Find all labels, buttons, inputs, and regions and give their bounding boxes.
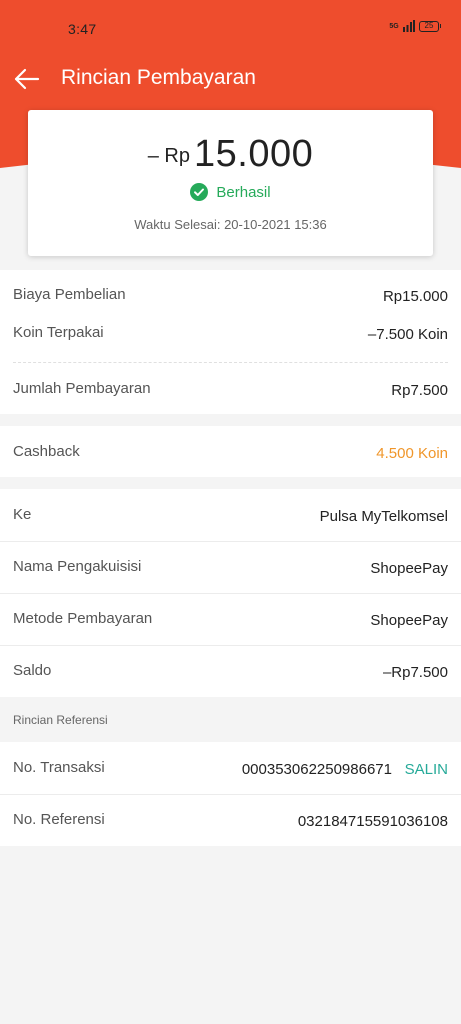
total-payment-value: Rp7.500 xyxy=(391,382,448,399)
amount: – Rp 15.000 xyxy=(28,133,433,176)
signal-icon xyxy=(403,20,415,32)
detail-row: Saldo –Rp7.500 xyxy=(0,645,461,697)
payment-section: Biaya Pembelian Rp15.000 Koin Terpakai –… xyxy=(0,270,461,414)
network-label: 5G xyxy=(389,22,399,30)
summary-card: – Rp 15.000 Berhasil Waktu Selesai: 20-10… xyxy=(28,110,433,256)
dashed-divider xyxy=(13,362,448,363)
arrow-left-icon xyxy=(14,68,40,90)
recipient-value: Pulsa MyTelkomsel xyxy=(319,508,448,525)
coins-used-value: –7.500 Koin xyxy=(367,326,448,343)
cashback-section: Cashback 4.500 Koin xyxy=(0,426,461,477)
amount-value: 15.000 xyxy=(194,133,314,175)
detail-row: Nama Pengakuisisi ShopeePay xyxy=(0,541,461,593)
nav-bar: Rincian Pembayaran xyxy=(0,56,461,102)
status-row: Berhasil xyxy=(28,183,433,201)
detail-row: Metode Pembayaran ShopeePay xyxy=(0,593,461,645)
completed-time: Waktu Selesai: 20-10-2021 15:36 xyxy=(134,217,327,232)
reference-section: No. Transaksi 000353062250986671 SALIN N… xyxy=(0,742,461,846)
cashback-value: 4.500 Koin xyxy=(376,445,448,462)
balance-value: –Rp7.500 xyxy=(382,664,448,681)
balance-label: Saldo xyxy=(13,662,52,679)
status-badge: Berhasil xyxy=(216,183,271,201)
cashback-label: Cashback xyxy=(13,443,80,460)
coins-used-label: Koin Terpakai xyxy=(13,324,104,341)
status-time: 3:47 xyxy=(68,21,97,37)
reference-number-label: No. Referensi xyxy=(13,811,105,828)
detail-row: Ke Pulsa MyTelkomsel xyxy=(0,489,461,541)
status-bar: 3:47 5G 25 xyxy=(0,0,461,56)
transaction-row: No. Transaksi 000353062250986671 SALIN xyxy=(0,742,461,794)
copy-button[interactable]: SALIN xyxy=(405,761,448,778)
page-title: Rincian Pembayaran xyxy=(61,66,256,89)
amount-prefix: – Rp xyxy=(147,145,190,167)
back-button[interactable] xyxy=(10,62,44,96)
reference-number-value: 032184715591036108 xyxy=(297,813,448,830)
check-circle-icon xyxy=(190,183,209,201)
payment-method-value: ShopeePay xyxy=(370,612,448,629)
purchase-cost-label: Biaya Pembelian xyxy=(13,286,126,303)
total-payment-label: Jumlah Pembayaran xyxy=(13,380,151,397)
transaction-number-label: No. Transaksi xyxy=(13,759,105,776)
payment-method-label: Metode Pembayaran xyxy=(13,610,153,627)
recipient-label: Ke xyxy=(13,506,32,523)
reference-row: No. Referensi 032184715591036108 xyxy=(0,794,461,846)
acquirer-value: ShopeePay xyxy=(370,560,448,577)
battery-icon: 25 xyxy=(419,20,441,32)
transaction-number-value: 000353062250986671 xyxy=(241,761,392,778)
purchase-cost-value: Rp15.000 xyxy=(382,288,448,305)
reference-section-header: Rincian Referensi xyxy=(13,713,108,727)
acquirer-label: Nama Pengakuisisi xyxy=(13,558,142,575)
status-icons: 5G 25 xyxy=(389,20,441,32)
details-section: Ke Pulsa MyTelkomsel Nama Pengakuisisi S… xyxy=(0,489,461,697)
